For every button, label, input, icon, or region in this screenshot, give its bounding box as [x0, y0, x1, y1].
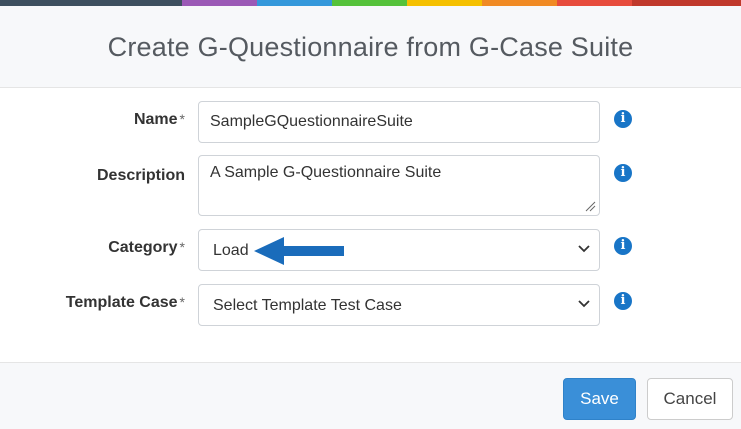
- annotation-arrow-icon: [254, 237, 344, 265]
- dialog-title: Create G-Questionnaire from G-Case Suite: [107, 32, 634, 62]
- description-textarea-value: A Sample G-Questionnaire Suite: [210, 164, 442, 181]
- template-case-info-icon[interactable]: i: [614, 292, 632, 310]
- save-button[interactable]: Save: [563, 378, 636, 420]
- chevron-down-icon: [578, 245, 590, 253]
- category-info-icon[interactable]: i: [614, 237, 632, 255]
- template-case-select-value: Select Template Test Case: [213, 297, 402, 314]
- category-label: Category *: [108, 239, 185, 256]
- description-info-icon[interactable]: i: [614, 164, 632, 182]
- description-textarea[interactable]: A Sample G-Questionnaire Suite: [198, 155, 600, 216]
- template-case-select[interactable]: Select Template Test Case: [198, 284, 600, 326]
- dialog-header: Create G-Questionnaire from G-Case Suite: [0, 6, 741, 88]
- description-label: Description: [96, 167, 185, 184]
- name-input-value: SampleGQuestionnaireSuite: [210, 113, 413, 130]
- template-case-label: Template Case *: [65, 294, 185, 311]
- category-select-value: Load: [213, 242, 249, 259]
- dialog-footer: Save Cancel: [0, 362, 741, 429]
- resize-grip-icon[interactable]: [585, 201, 596, 212]
- name-info-icon[interactable]: i: [614, 110, 632, 128]
- cancel-button[interactable]: Cancel: [647, 378, 733, 420]
- name-label: Name *: [133, 111, 185, 128]
- chevron-down-icon: [578, 300, 590, 308]
- name-input[interactable]: SampleGQuestionnaireSuite: [198, 101, 600, 143]
